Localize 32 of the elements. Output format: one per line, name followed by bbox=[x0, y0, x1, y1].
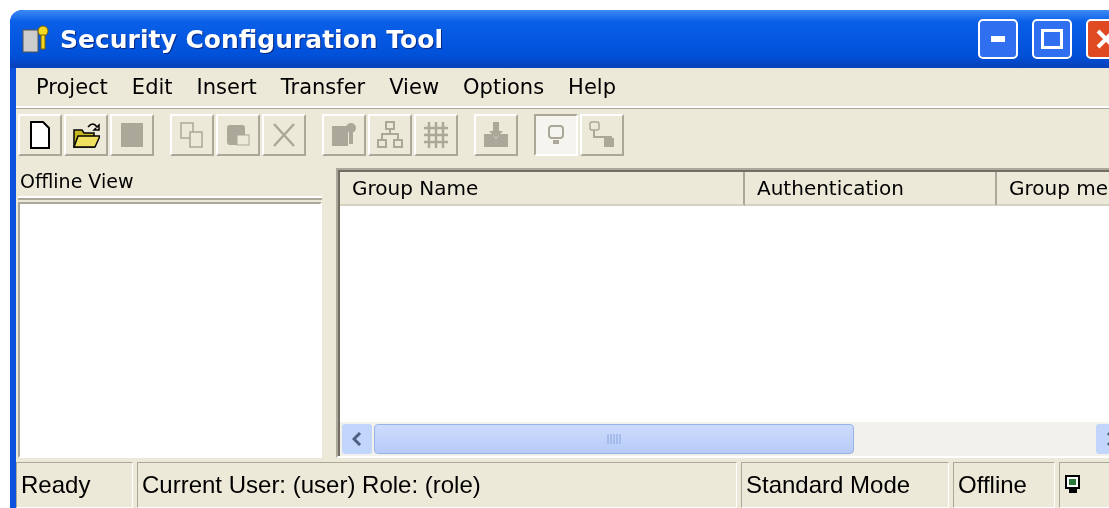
menu-item[interactable]: View bbox=[377, 75, 452, 99]
pane-title: Offline View bbox=[18, 166, 322, 198]
status-text: Offline bbox=[953, 462, 1055, 508]
grip-icon bbox=[607, 434, 621, 444]
menu-item[interactable]: Project bbox=[24, 75, 120, 99]
scroll-left-button[interactable] bbox=[342, 424, 372, 454]
menu-item[interactable]: Options bbox=[451, 75, 557, 99]
folder-icon bbox=[72, 120, 100, 150]
minimize-button[interactable] bbox=[978, 19, 1018, 59]
download-icon bbox=[482, 120, 510, 150]
computer-icon bbox=[1064, 474, 1082, 496]
menu-item[interactable]: Transfer bbox=[268, 75, 378, 99]
column-header[interactable]: Group Name bbox=[340, 172, 745, 206]
server-key-icon bbox=[22, 24, 50, 54]
column-header[interactable]: Group me bbox=[997, 172, 1109, 206]
maximize-button[interactable] bbox=[1032, 19, 1072, 59]
maximize-icon bbox=[1041, 29, 1063, 49]
window-title: Security Configuration Tool bbox=[60, 24, 445, 54]
network-computer-icon bbox=[588, 120, 616, 150]
minimize-icon bbox=[991, 36, 1005, 42]
column-header[interactable]: Authentication bbox=[745, 172, 997, 206]
status-text: Ready bbox=[16, 462, 133, 508]
scroll-thumb[interactable] bbox=[374, 424, 854, 454]
hierarchy-icon bbox=[376, 120, 404, 150]
menu-item[interactable]: Insert bbox=[184, 75, 269, 99]
menu-item[interactable]: Help bbox=[556, 75, 628, 99]
status-text: Current User: (user) Role: (role) bbox=[137, 462, 737, 508]
horizontal-scrollbar[interactable] bbox=[340, 422, 1109, 456]
status-text: Standard Mode bbox=[741, 462, 949, 508]
copy-icon bbox=[178, 120, 206, 150]
grid-icon bbox=[422, 120, 450, 150]
menu-item[interactable]: Edit bbox=[119, 75, 185, 99]
